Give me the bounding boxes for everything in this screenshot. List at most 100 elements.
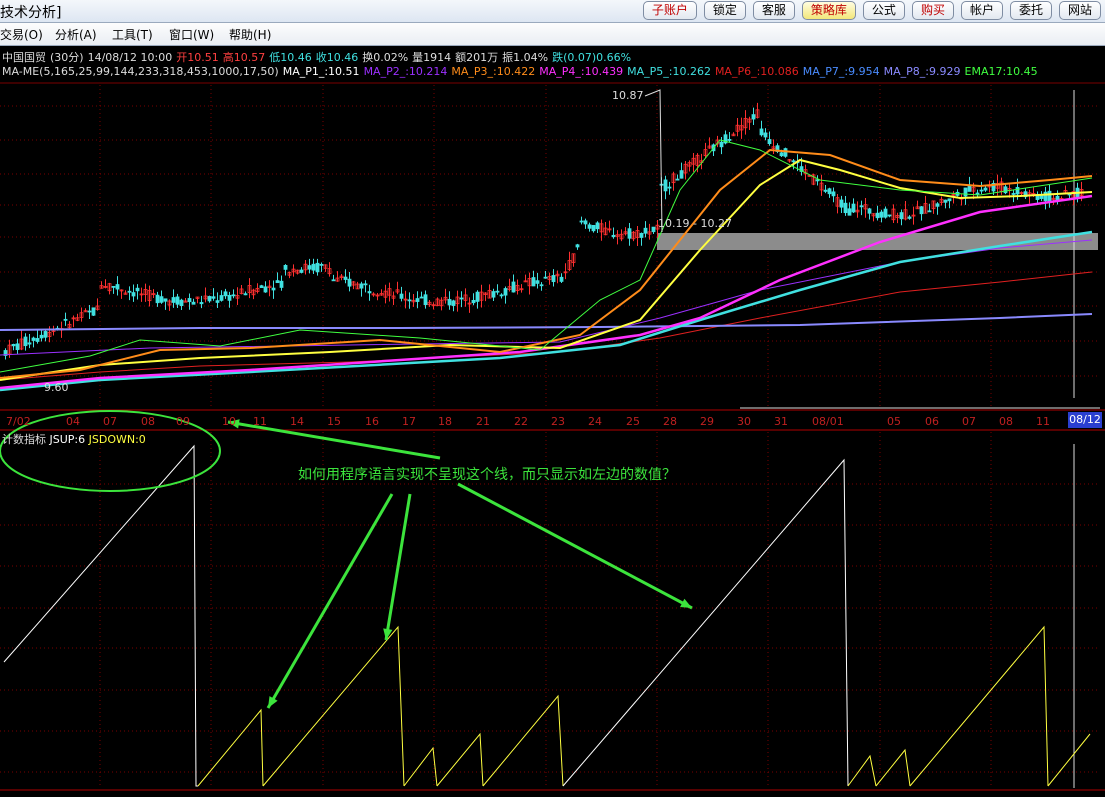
date-label: 14 — [290, 415, 304, 428]
candle-body — [763, 132, 768, 138]
candle-body — [131, 292, 136, 297]
date-label: 24 — [588, 415, 602, 428]
candle-body — [611, 234, 616, 238]
candle-body — [419, 296, 424, 299]
date-label: 23 — [551, 415, 565, 428]
jsdown-line — [403, 746, 438, 787]
max-price-pointer — [644, 89, 663, 233]
candle-body — [979, 189, 984, 192]
ma-p8-value: MA_P8_:9.929 — [883, 65, 961, 78]
jsdown-line — [847, 754, 877, 787]
candle-body — [451, 300, 456, 306]
min-price-label: 9.60 — [44, 381, 69, 394]
amount: 额201万 — [455, 51, 499, 64]
candle-body — [643, 227, 648, 234]
ma-p3-line — [0, 148, 1093, 379]
candle-body — [595, 222, 600, 230]
ma-indicator-name: MA-ME(5,165,25,99,144,233,318,453,1000,1… — [2, 65, 279, 78]
jsdown-line — [197, 708, 264, 787]
candle-body — [883, 208, 888, 218]
candle-body — [15, 343, 20, 351]
date-label: 25 — [626, 415, 640, 428]
jsup-value: JSUP:6 — [49, 433, 86, 446]
annotation-arrow — [384, 493, 412, 641]
candle-body — [627, 228, 632, 239]
candle-body — [875, 212, 880, 219]
ma-legend: MA-ME(5,165,25,99,144,233,318,453,1000,1… — [2, 65, 1042, 78]
candle-body — [187, 298, 192, 303]
candle-body — [127, 290, 132, 293]
open-price: 开10.51 — [176, 51, 219, 64]
selected-date[interactable]: 08/12 — [1068, 412, 1102, 428]
jsup-line — [3, 444, 198, 787]
candle-body — [259, 285, 264, 288]
date-label: 21 — [476, 415, 490, 428]
candle-body — [719, 141, 724, 148]
candle-body — [667, 186, 672, 189]
ma-p6-value: MA_P6_:10.086 — [714, 65, 799, 78]
date-label: 16 — [365, 415, 379, 428]
candle-body — [823, 189, 828, 192]
candle-body — [975, 192, 980, 195]
candle-body — [311, 263, 316, 271]
indicator-name: 计数指标 — [2, 433, 46, 446]
candle-body — [847, 208, 852, 216]
ma-p5-line — [0, 230, 1093, 392]
candle-body — [175, 296, 180, 305]
candle-body — [307, 265, 312, 270]
jsdown-line — [1047, 733, 1091, 787]
date-label: 29 — [700, 415, 714, 428]
ma-p5-value: MA_P5_:10.262 — [627, 65, 711, 78]
ma-p3-value: MA_P3_:10.422 — [451, 65, 536, 78]
candle-body — [551, 275, 556, 283]
candle-body — [899, 212, 904, 220]
candle-body — [943, 199, 948, 203]
date-label: 04 — [66, 415, 80, 428]
candle-body — [851, 203, 856, 213]
candle-body — [887, 214, 892, 217]
candle-body — [299, 269, 304, 273]
candle-body — [1003, 186, 1008, 194]
candle-body — [511, 281, 516, 293]
date-label: 31 — [774, 415, 788, 428]
candle-body — [423, 294, 428, 306]
annotation-arrow — [266, 493, 394, 709]
candle-body — [907, 216, 912, 219]
candle-body — [679, 170, 684, 179]
candle-body — [199, 302, 204, 305]
candle-body — [559, 276, 564, 282]
candle-body — [471, 299, 476, 304]
candle-body — [363, 283, 368, 286]
ma-p4-value: MA_P4_:10.439 — [539, 65, 624, 78]
candle-body — [583, 220, 588, 225]
candle-body — [1043, 191, 1048, 202]
candle-body — [767, 139, 772, 145]
date-label: 30 — [737, 415, 751, 428]
candle-body — [271, 287, 276, 291]
candle-body — [815, 179, 820, 182]
candle-body — [359, 283, 364, 289]
candle-body — [843, 202, 848, 214]
candle-body — [543, 276, 548, 279]
candle-body — [211, 296, 216, 299]
date-label: 17 — [402, 415, 416, 428]
candle-body — [227, 294, 232, 301]
jsdown-value: JSDOWN:0 — [88, 433, 146, 446]
date-label: 10 — [222, 415, 236, 428]
candle-body — [87, 310, 92, 313]
ma-p7-value: MA_P7_:9.954 — [802, 65, 880, 78]
ema17-value: EMA17:10.45 — [964, 65, 1038, 78]
candle-body — [155, 294, 160, 304]
candle-body — [535, 280, 540, 284]
candle-body — [343, 276, 348, 280]
date-label: 07 — [962, 415, 976, 428]
candle-body — [475, 291, 480, 302]
date-label: 08 — [999, 415, 1013, 428]
kline-chart[interactable] — [0, 0, 1105, 797]
low-price: 低10.46 — [269, 51, 312, 64]
candle-body — [319, 263, 324, 266]
date-label: 11 — [253, 415, 267, 428]
date-label: 08/01 — [812, 415, 844, 428]
candle-body — [35, 338, 40, 342]
date-label: 06 — [925, 415, 939, 428]
